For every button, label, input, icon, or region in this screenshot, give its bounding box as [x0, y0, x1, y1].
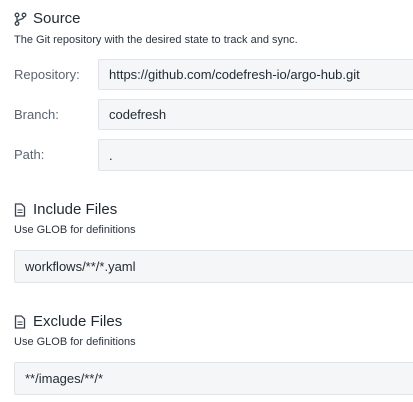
- include-files-value: workflows/**/*.yaml: [25, 259, 136, 274]
- branch-field[interactable]: codefresh: [98, 99, 413, 130]
- source-title: Source: [33, 10, 81, 27]
- exclude-files-value: **/images/**/*: [25, 371, 104, 386]
- path-label: Path:: [14, 147, 45, 162]
- source-description: The Git repository with the desired stat…: [14, 34, 298, 46]
- include-files-field[interactable]: workflows/**/*.yaml: [14, 250, 413, 283]
- exclude-description: Use GLOB for definitions: [14, 336, 136, 348]
- exclude-title: Exclude Files: [33, 313, 123, 330]
- branch-label: Branch:: [14, 107, 59, 122]
- repository-label: Repository:: [14, 67, 80, 82]
- exclude-section-title: Exclude Files: [14, 313, 122, 330]
- repository-value: https://github.com/codefresh-io/argo-hub…: [109, 67, 360, 82]
- include-description: Use GLOB for definitions: [14, 224, 136, 236]
- source-section-title: Source: [14, 10, 81, 27]
- git-branch-icon: [14, 12, 27, 26]
- branch-value: codefresh: [109, 107, 167, 122]
- path-value: .: [109, 147, 113, 163]
- file-icon: [14, 314, 27, 329]
- path-field[interactable]: .: [98, 139, 413, 171]
- file-icon: [14, 202, 27, 217]
- exclude-files-field[interactable]: **/images/**/*: [14, 362, 413, 395]
- include-title: Include Files: [33, 201, 118, 218]
- repository-field[interactable]: https://github.com/codefresh-io/argo-hub…: [98, 59, 413, 90]
- include-section-title: Include Files: [14, 201, 117, 218]
